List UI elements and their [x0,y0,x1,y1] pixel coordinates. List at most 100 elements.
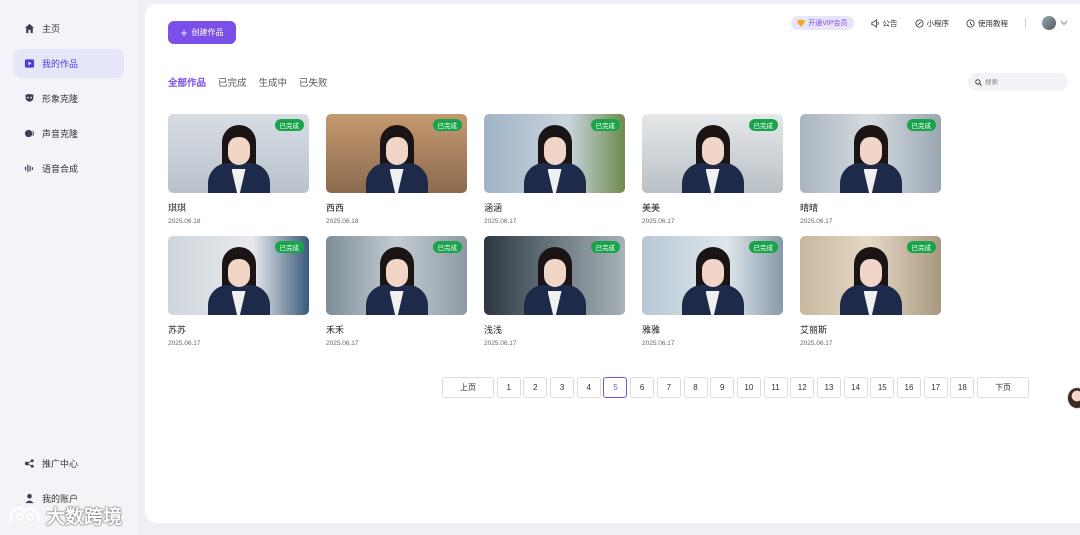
home-icon [23,23,35,35]
page-button[interactable]: 17 [923,377,948,398]
page-button[interactable]: 3 [550,377,575,398]
page-button[interactable]: 15 [870,377,895,398]
work-card[interactable]: 已完成 晴晴 2025.06.17 [800,114,941,227]
work-card[interactable]: 已完成 涵涵 2025.06.17 [484,114,625,227]
page-button-current[interactable]: 5 [603,377,628,398]
chevron-down-icon[interactable] [1060,20,1068,26]
video-thumbnail[interactable]: 已完成 [642,236,783,315]
work-date: 2025.06.17 [326,340,359,347]
next-page-button[interactable]: 下页 [977,377,1030,398]
tab-generating[interactable]: 生成中 [259,75,288,89]
sidebar-item-speech-synthesis[interactable]: 语音合成 [13,154,124,183]
work-title: 美美 [642,203,661,213]
work-card[interactable]: 已完成 西西 2025.06.18 [326,114,467,227]
search-icon [975,73,982,91]
prev-page-button[interactable]: 上页 [442,377,494,398]
presenter-face [543,259,566,287]
status-badge: 已完成 [432,119,462,131]
page-button[interactable]: 12 [790,377,815,398]
tab-failed[interactable]: 已失败 [299,75,328,89]
search-box [968,73,1068,91]
help-icon [966,18,975,28]
work-card[interactable]: 已完成 雅雅 2025.06.17 [642,236,783,349]
video-thumbnail[interactable]: 已完成 [168,236,309,315]
sidebar-item-label: 主页 [42,24,61,34]
work-title: 艾丽斯 [800,325,828,335]
plus-icon: + [180,25,188,40]
topbar-divider [1025,18,1026,28]
work-date: 2025.06.17 [168,340,201,347]
presenter-face [543,137,566,165]
announcement-link[interactable]: 公告 [870,18,898,29]
page-button[interactable]: 16 [897,377,921,398]
work-card[interactable]: 已完成 琪琪 2025.06.18 [168,114,309,227]
video-thumbnail[interactable]: 已完成 [326,114,467,193]
page-button[interactable]: 4 [576,377,601,398]
page-button[interactable]: 1 [496,377,521,398]
pagination: 上页 1 2 3 4 5 6 7 8 9 10 11 12 13 14 15 1… [442,377,1032,398]
create-work-button[interactable]: + 创建作品 [168,21,236,44]
page-button[interactable]: 10 [736,377,761,398]
avatar[interactable] [1042,16,1056,30]
status-badge: 已完成 [274,119,304,131]
work-date: 2025.06.18 [168,218,201,225]
work-title: 涵涵 [484,203,503,213]
sidebar-nav: 主页 我的作品 形象克隆 声音克隆 语音合成 [13,14,124,189]
share-icon [23,458,35,470]
waveform-icon [23,163,35,175]
search-input[interactable] [985,78,1065,86]
video-thumbnail[interactable]: 已完成 [484,236,625,315]
page-button[interactable]: 14 [843,377,868,398]
work-card[interactable]: 已完成 禾禾 2025.06.17 [326,236,467,349]
work-title: 浅浅 [484,325,503,335]
presenter-face [227,137,250,165]
page-button[interactable]: 11 [763,377,788,398]
page-button[interactable]: 9 [710,377,735,398]
works-grid: 已完成 琪琪 2025.06.18 已完成 西西 2025.06.18 已完成 … [168,114,948,349]
sidebar-item-avatar-clone[interactable]: 形象克隆 [13,84,124,113]
status-badge: 已完成 [748,241,778,253]
presenter-face [859,137,882,165]
create-work-label: 创建作品 [191,28,224,37]
sidebar-item-home[interactable]: 主页 [13,14,124,43]
diamond-icon [797,19,806,27]
status-tabs: 全部作品 已完成 生成中 已失败 [168,75,340,89]
page-button[interactable]: 8 [683,377,708,398]
vip-button[interactable]: 开通VIP会员 [791,16,854,30]
work-date: 2025.06.18 [326,218,359,225]
work-date: 2025.06.17 [642,340,675,347]
page-button[interactable]: 2 [523,377,548,398]
work-card[interactable]: 已完成 浅浅 2025.06.17 [484,236,625,349]
work-date: 2025.06.17 [484,340,517,347]
work-card[interactable]: 已完成 艾丽斯 2025.06.17 [800,236,941,349]
status-badge: 已完成 [274,241,304,253]
sidebar-item-voice-clone[interactable]: 声音克隆 [13,119,124,148]
video-thumbnail[interactable]: 已完成 [168,114,309,193]
page-button[interactable]: 7 [656,377,681,398]
page-button[interactable]: 6 [630,377,655,398]
tab-completed[interactable]: 已完成 [218,75,247,89]
presenter-face [385,259,408,287]
page-button[interactable]: 13 [816,377,841,398]
video-thumbnail[interactable]: 已完成 [642,114,783,193]
assistant-avatar-button[interactable] [1067,387,1080,409]
watermark-text: 大数跨境 [46,507,123,528]
work-title: 雅雅 [642,325,661,335]
sidebar-item-label: 形象克隆 [42,94,79,104]
video-thumbnail[interactable]: 已完成 [800,114,941,193]
sidebar-item-my-works[interactable]: 我的作品 [13,49,124,78]
tab-all[interactable]: 全部作品 [168,75,206,89]
work-date: 2025.06.17 [484,218,517,225]
video-thumbnail[interactable]: 已完成 [484,114,625,193]
work-title: 禾禾 [326,325,345,335]
page-button[interactable]: 18 [950,377,975,398]
work-card[interactable]: 已完成 苏苏 2025.06.17 [168,236,309,349]
watermark-logo-icon [8,505,42,527]
work-card[interactable]: 已完成 美美 2025.06.17 [642,114,783,227]
miniapp-link[interactable]: 小程序 [914,18,949,29]
presenter-face [859,259,882,287]
tutorial-link[interactable]: 使用教程 [966,18,1008,29]
video-thumbnail[interactable]: 已完成 [326,236,467,315]
video-thumbnail[interactable]: 已完成 [800,236,941,315]
sidebar-item-promotion[interactable]: 推广中心 [13,449,124,478]
